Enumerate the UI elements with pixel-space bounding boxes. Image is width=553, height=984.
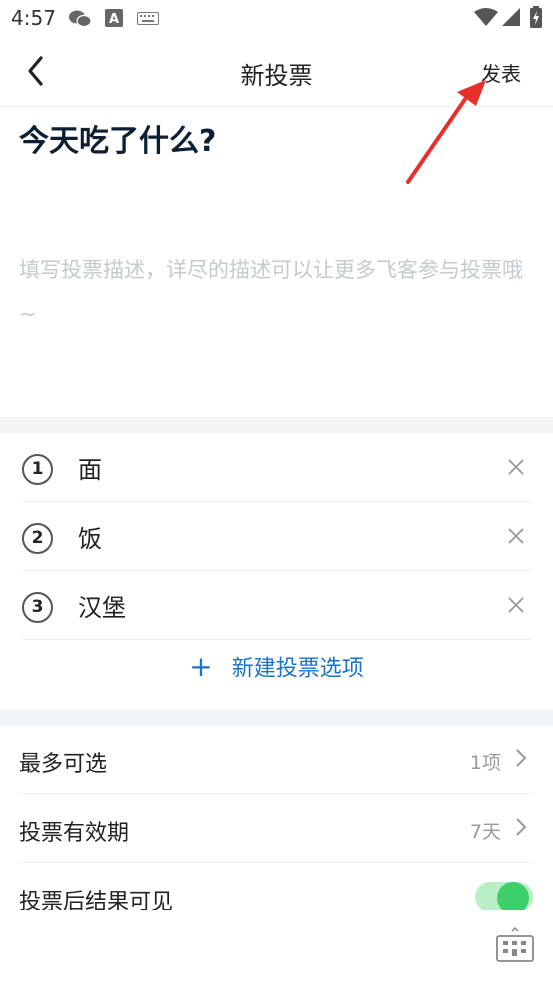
add-option-button[interactable]: + 新建投票选项 <box>0 650 553 702</box>
annotation-arrow-icon <box>406 80 486 184</box>
vote-option[interactable]: 2 饭 <box>22 503 532 571</box>
vote-title-input[interactable]: 今天吃了什么? <box>19 116 216 160</box>
signal-icon <box>502 8 520 26</box>
results-visible-row: 投票后结果可见 <box>19 864 533 910</box>
divider <box>22 501 532 502</box>
battery-icon <box>530 6 542 28</box>
text-a-icon: A <box>105 9 123 27</box>
validity-value: 7天 <box>469 821 501 843</box>
keyboard-toggle-icon[interactable] <box>495 927 535 963</box>
toggle-knob <box>497 882 529 910</box>
status-time: 4:57 <box>11 6 56 30</box>
wifi-icon <box>474 8 498 26</box>
vote-option[interactable]: 3 汉堡 <box>22 572 532 640</box>
option-number-badge: 3 <box>22 592 53 623</box>
results-visible-label: 投票后结果可见 <box>19 890 174 910</box>
divider <box>19 793 533 794</box>
results-visible-toggle[interactable] <box>475 882 533 910</box>
close-icon[interactable] <box>504 524 528 548</box>
chevron-right-icon <box>516 818 527 836</box>
max-choices-row[interactable]: 最多可选 1项 <box>19 726 533 794</box>
plus-icon: + <box>189 650 213 683</box>
option-text[interactable]: 汉堡 <box>78 588 126 623</box>
vote-option[interactable]: 1 面 <box>22 434 532 502</box>
status-bar: 4:57 A <box>0 0 553 36</box>
vote-description-input[interactable]: 填写投票描述，详尽的描述可以让更多飞客参与投票哦~ <box>19 248 539 336</box>
option-number-badge: 1 <box>22 454 53 485</box>
option-number-badge: 2 <box>22 523 53 554</box>
add-option-label: 新建投票选项 <box>231 656 364 682</box>
chevron-right-icon <box>516 749 527 767</box>
section-divider <box>0 417 553 433</box>
divider <box>22 639 532 640</box>
wechat-icon <box>69 10 92 28</box>
max-choices-label: 最多可选 <box>19 752 108 777</box>
divider <box>19 862 533 863</box>
divider <box>22 570 532 571</box>
validity-label: 投票有效期 <box>19 821 130 846</box>
section-divider <box>0 710 553 726</box>
svg-text:A: A <box>109 12 119 27</box>
max-choices-value: 1项 <box>469 752 501 774</box>
keyboard-icon <box>137 12 159 25</box>
validity-row[interactable]: 投票有效期 7天 <box>19 795 533 863</box>
close-icon[interactable] <box>504 455 528 479</box>
option-text[interactable]: 饭 <box>78 519 102 554</box>
close-icon[interactable] <box>504 593 528 617</box>
option-text[interactable]: 面 <box>78 450 102 485</box>
